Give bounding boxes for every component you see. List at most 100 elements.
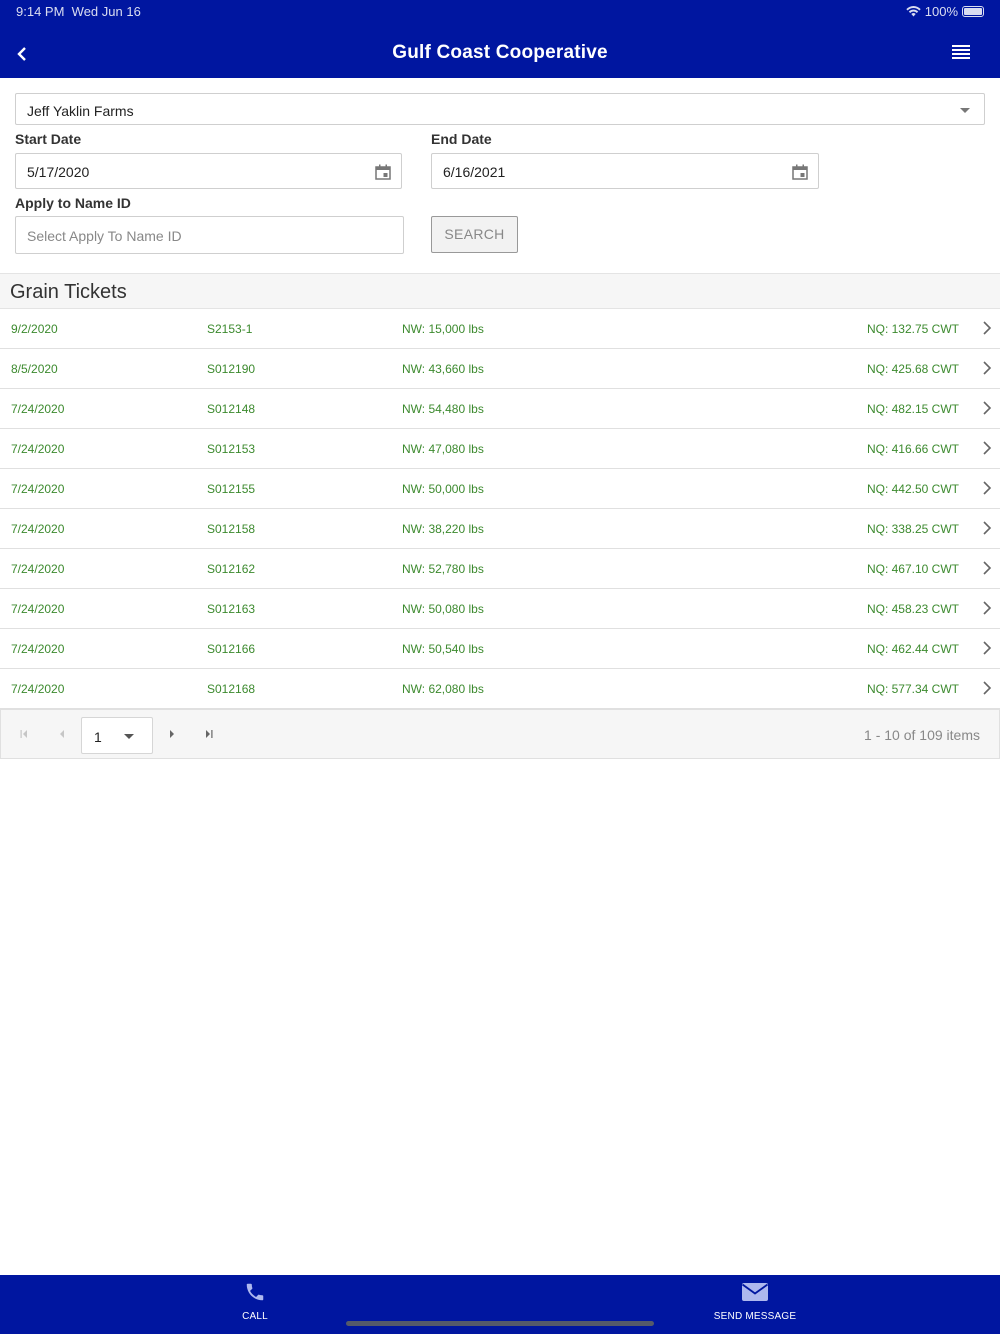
phone-icon <box>246 1283 264 1301</box>
page-title: Gulf Coast Cooperative <box>392 42 608 63</box>
start-date-input[interactable]: 5/17/2020 <box>15 153 402 189</box>
end-date-value: 6/16/2021 <box>443 164 506 180</box>
items-count: 1 - 10 of 109 items <box>864 727 980 743</box>
chevron-down-icon <box>960 108 970 113</box>
ticket-net-weight: NW: 50,000 lbs <box>402 482 484 496</box>
chevron-right-icon <box>983 681 992 695</box>
ticket-net-quantity: NQ: 577.34 CWT <box>866 682 959 696</box>
status-time: 9:14 PM <box>16 4 65 19</box>
ticket-net-quantity: NQ: 416.66 CWT <box>866 442 959 456</box>
table-row[interactable]: 7/24/2020 S012166 NW: 50,540 lbs NQ: 462… <box>0 629 1000 669</box>
ticket-net-weight: NW: 38,220 lbs <box>402 522 484 536</box>
ticket-net-quantity: NQ: 132.75 CWT <box>866 322 959 336</box>
send-message-label: SEND MESSAGE <box>713 1311 797 1322</box>
ticket-date: 7/24/2020 <box>11 602 65 616</box>
search-button[interactable]: SEARCH <box>431 216 518 253</box>
chevron-right-icon <box>983 561 992 575</box>
last-page-icon[interactable] <box>204 728 214 740</box>
ticket-number: S012168 <box>207 682 256 696</box>
start-date-value: 5/17/2020 <box>27 164 90 180</box>
chevron-down-icon <box>124 734 134 739</box>
ticket-net-quantity: NQ: 482.15 CWT <box>866 402 959 416</box>
ticket-net-weight: NW: 54,480 lbs <box>402 402 484 416</box>
ticket-number: S012163 <box>207 602 256 616</box>
apply-name-id-placeholder: Select Apply To Name ID <box>27 228 182 244</box>
apply-name-id-input[interactable]: Select Apply To Name ID <box>15 216 404 254</box>
home-indicator <box>346 1321 654 1326</box>
battery-icon <box>962 6 984 17</box>
ticket-date: 7/24/2020 <box>11 642 65 656</box>
ticket-date: 7/24/2020 <box>11 482 65 496</box>
ticket-number: S012153 <box>207 442 256 456</box>
section-title: Grain Tickets <box>10 281 127 303</box>
ticket-number: S012162 <box>207 562 256 576</box>
ticket-net-weight: NW: 62,080 lbs <box>402 682 484 696</box>
pagination-bar: 1 1 - 10 of 109 items <box>0 709 1000 759</box>
ticket-date: 7/24/2020 <box>11 562 65 576</box>
ticket-net-quantity: NQ: 467.10 CWT <box>866 562 959 576</box>
table-row[interactable]: 7/24/2020 S012148 NW: 54,480 lbs NQ: 482… <box>0 389 1000 429</box>
ticket-date: 7/24/2020 <box>11 522 65 536</box>
next-page-icon[interactable] <box>167 728 177 740</box>
prev-page-icon[interactable] <box>57 728 67 740</box>
ticket-date: 7/24/2020 <box>11 402 65 416</box>
chevron-right-icon <box>983 641 992 655</box>
ticket-net-weight: NW: 50,540 lbs <box>402 642 484 656</box>
ticket-net-weight: NW: 43,660 lbs <box>402 362 484 376</box>
status-indicators: 100% <box>906 4 984 19</box>
ticket-date: 7/24/2020 <box>11 442 65 456</box>
calendar-icon[interactable] <box>375 164 391 180</box>
ticket-list: 9/2/2020 S2153-1 NW: 15,000 lbs NQ: 132.… <box>0 309 1000 709</box>
table-row[interactable]: 7/24/2020 S012168 NW: 62,080 lbs NQ: 577… <box>0 669 1000 709</box>
calendar-icon[interactable] <box>792 164 808 180</box>
current-page: 1 <box>94 729 102 745</box>
table-row[interactable]: 7/24/2020 S012163 NW: 50,080 lbs NQ: 458… <box>0 589 1000 629</box>
end-date-input[interactable]: 6/16/2021 <box>431 153 819 189</box>
ticket-net-weight: NW: 47,080 lbs <box>402 442 484 456</box>
grain-tickets-header: Grain Tickets <box>0 273 1000 309</box>
status-bar: 9:14 PM Wed Jun 16 100% <box>16 4 984 20</box>
chevron-right-icon <box>983 481 992 495</box>
ticket-net-quantity: NQ: 442.50 CWT <box>866 482 959 496</box>
chevron-right-icon <box>983 401 992 415</box>
ticket-net-quantity: NQ: 462.44 CWT <box>866 642 959 656</box>
ticket-number: S012155 <box>207 482 256 496</box>
status-date: Wed Jun 16 <box>71 4 141 19</box>
ticket-number: S2153-1 <box>207 322 253 336</box>
start-date-label: Start Date <box>15 131 82 147</box>
wifi-icon <box>906 6 921 17</box>
hamburger-menu-icon <box>952 45 970 59</box>
table-row[interactable]: 7/24/2020 S012162 NW: 52,780 lbs NQ: 467… <box>0 549 1000 589</box>
ticket-net-quantity: NQ: 338.25 CWT <box>866 522 959 536</box>
farm-dropdown-value: Jeff Yaklin Farms <box>27 103 134 119</box>
ticket-net-quantity: NQ: 458.23 CWT <box>866 602 959 616</box>
call-button[interactable]: CALL <box>230 1281 280 1322</box>
ticket-net-weight: NW: 15,000 lbs <box>402 322 484 336</box>
ticket-date: 8/5/2020 <box>11 362 58 376</box>
battery-percent: 100% <box>924 4 958 19</box>
table-row[interactable]: 9/2/2020 S2153-1 NW: 15,000 lbs NQ: 132.… <box>0 309 1000 349</box>
ticket-number: S012190 <box>207 362 256 376</box>
send-message-button[interactable]: SEND MESSAGE <box>700 1281 810 1322</box>
envelope-icon <box>741 1283 769 1301</box>
apply-name-id-label: Apply to Name ID <box>15 195 131 211</box>
table-row[interactable]: 8/5/2020 S012190 NW: 43,660 lbs NQ: 425.… <box>0 349 1000 389</box>
ticket-date: 7/24/2020 <box>11 682 65 696</box>
farm-dropdown[interactable]: Jeff Yaklin Farms <box>15 93 985 125</box>
chevron-right-icon <box>983 601 992 615</box>
table-row[interactable]: 7/24/2020 S012153 NW: 47,080 lbs NQ: 416… <box>0 429 1000 469</box>
call-label: CALL <box>242 1311 268 1322</box>
table-row[interactable]: 7/24/2020 S012158 NW: 38,220 lbs NQ: 338… <box>0 509 1000 549</box>
menu-button[interactable] <box>952 44 976 66</box>
ticket-number: S012158 <box>207 522 256 536</box>
first-page-icon[interactable] <box>19 728 29 740</box>
ticket-date: 9/2/2020 <box>11 322 58 336</box>
app-header: 9:14 PM Wed Jun 16 100% Gulf Coast Coope… <box>0 0 1000 78</box>
ticket-net-quantity: NQ: 425.68 CWT <box>866 362 959 376</box>
table-row[interactable]: 7/24/2020 S012155 NW: 50,000 lbs NQ: 442… <box>0 469 1000 509</box>
page-number-dropdown[interactable]: 1 <box>81 717 153 754</box>
chevron-right-icon <box>983 321 992 335</box>
chevron-right-icon <box>983 521 992 535</box>
status-time-date: 9:14 PM Wed Jun 16 <box>16 4 141 19</box>
ticket-net-weight: NW: 50,080 lbs <box>402 602 484 616</box>
